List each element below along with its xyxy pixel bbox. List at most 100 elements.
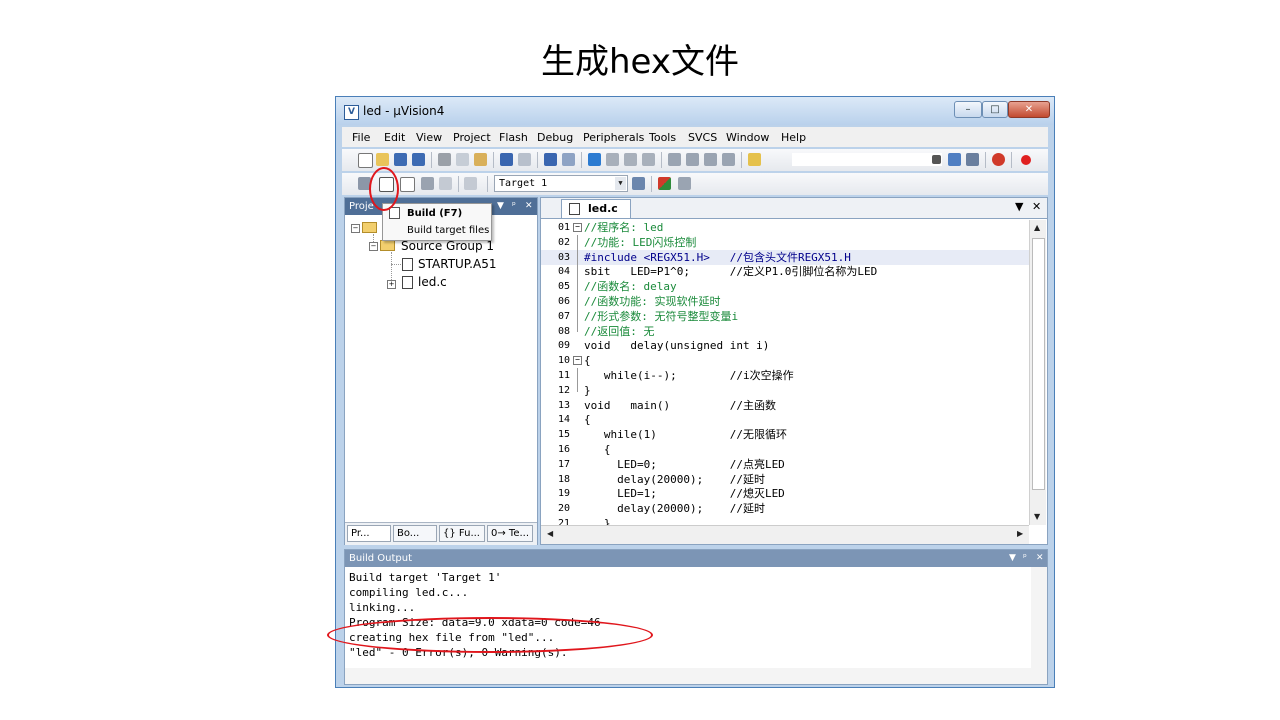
maximize-button[interactable]: □ — [982, 101, 1008, 118]
debug-session-icon[interactable] — [992, 153, 1005, 166]
find-in-files-icon[interactable] — [748, 153, 761, 166]
scroll-down-icon[interactable]: ▼ — [1034, 512, 1040, 521]
scroll-up-icon[interactable]: ▲ — [1034, 223, 1040, 232]
code-line[interactable]: 12} — [541, 383, 1029, 398]
code-line[interactable]: 10 {− — [541, 353, 1029, 368]
code-line[interactable]: 03 #include <REGX51.H> //包含头文件REGX51.H — [541, 249, 1029, 265]
fold-toggle-icon[interactable]: − — [573, 223, 582, 232]
uncomment-icon[interactable] — [722, 153, 735, 166]
target-select[interactable]: Target 1 ▼ — [494, 175, 628, 192]
code-line[interactable]: 02 //功能: LED闪烁控制 — [541, 235, 1029, 250]
code-line[interactable]: 08 //返回值: 无 — [541, 324, 1029, 339]
tree-item-source-group[interactable]: Source Group 1 — [401, 239, 494, 253]
search-icon[interactable] — [948, 153, 961, 166]
tab-templates[interactable]: 0→ Te... — [487, 525, 533, 542]
close-pane-icon[interactable]: ✕ — [525, 198, 533, 215]
combo-arrow-icon[interactable] — [932, 155, 941, 164]
build-output-vertical-scrollbar[interactable] — [1031, 567, 1047, 668]
tab-menu-icon[interactable]: ▼ — [1015, 200, 1023, 213]
comment-icon[interactable] — [704, 153, 717, 166]
cut-icon[interactable] — [438, 153, 451, 166]
pin-icon[interactable]: ᵖ — [1023, 550, 1027, 567]
nav-forward-icon[interactable] — [562, 153, 575, 166]
collapse-target-icon[interactable]: − — [351, 224, 360, 233]
minimize-button[interactable]: – — [954, 101, 982, 118]
code-line[interactable]: 14 { — [541, 412, 1029, 427]
fold-toggle-icon[interactable]: − — [573, 356, 582, 366]
rebuild-icon[interactable] — [400, 177, 415, 192]
code-line[interactable]: 21 } — [541, 516, 1029, 525]
menu-help[interactable]: Help — [781, 131, 806, 144]
download-icon[interactable] — [464, 177, 477, 190]
menu-window[interactable]: Window — [726, 131, 769, 144]
save-all-icon[interactable] — [412, 153, 425, 166]
nav-back-icon[interactable] — [544, 153, 557, 166]
pin-icon[interactable]: ᵖ — [512, 198, 516, 215]
code-line[interactable]: 16 { — [541, 442, 1029, 457]
tab-led-c[interactable]: led.c — [561, 199, 631, 218]
tools-icon[interactable] — [966, 153, 979, 166]
open-folder-icon[interactable] — [376, 153, 389, 166]
pane-menu-icon[interactable]: ▼ — [497, 198, 504, 215]
code-line[interactable]: 04 sbit LED=P1^0; //定义P1.0引脚位名称为LED — [541, 264, 1029, 279]
undo-icon[interactable] — [500, 153, 513, 166]
code-line[interactable]: 11 while(i--); //i次空操作 — [541, 368, 1029, 383]
tree-item-startup[interactable]: STARTUP.A51 — [418, 257, 496, 271]
close-button[interactable]: ✕ — [1008, 101, 1050, 118]
menu-edit[interactable]: Edit — [384, 131, 405, 144]
scroll-right-icon[interactable]: ▶ — [1017, 529, 1023, 538]
pane-menu-icon[interactable]: ▼ — [1009, 550, 1016, 567]
redo-icon[interactable] — [518, 153, 531, 166]
breakpoint-icon[interactable] — [1021, 155, 1031, 165]
menu-peripherals[interactable]: Peripherals — [583, 131, 644, 144]
collapse-group-icon[interactable]: − — [369, 242, 378, 251]
code-line[interactable]: 05 //函数名: delay — [541, 279, 1029, 294]
chevron-down-icon[interactable]: ▼ — [615, 177, 626, 190]
bookmark-clear-icon[interactable] — [642, 153, 655, 166]
tree-item-led-c[interactable]: led.c — [418, 275, 447, 289]
copy-icon[interactable] — [456, 153, 469, 166]
unindent-icon[interactable] — [686, 153, 699, 166]
menu-flash[interactable]: Flash — [499, 131, 528, 144]
menu-debug[interactable]: Debug — [537, 131, 573, 144]
menu-file[interactable]: File — [352, 131, 370, 144]
editor-horizontal-scrollbar[interactable]: ◀ ▶ — [541, 525, 1029, 544]
code-line[interactable]: 19 LED=1; //熄灭LED — [541, 486, 1029, 501]
paste-icon[interactable] — [474, 153, 487, 166]
tab-project[interactable]: Pr... — [347, 525, 391, 542]
batch-build-icon[interactable] — [421, 177, 434, 190]
editor-vertical-scrollbar[interactable]: ▲ ▼ — [1029, 220, 1046, 525]
code-line[interactable]: 18 delay(20000); //延时 — [541, 472, 1029, 487]
scroll-thumb[interactable] — [1032, 238, 1045, 490]
stop-build-icon[interactable] — [439, 177, 452, 190]
code-line[interactable]: 15 while(1) //无限循环 — [541, 427, 1029, 442]
save-icon[interactable] — [394, 153, 407, 166]
find-combo[interactable] — [792, 153, 942, 166]
manage-components-icon[interactable] — [658, 177, 671, 190]
code-line[interactable]: 17 LED=0; //点亮LED — [541, 457, 1029, 472]
expand-file-icon[interactable]: + — [387, 280, 396, 289]
close-tab-icon[interactable]: ✕ — [1032, 200, 1041, 213]
code-line[interactable]: 09 void delay(unsigned int i) — [541, 338, 1029, 353]
code-line[interactable]: 01 //程序名: led − — [541, 220, 1029, 235]
menu-view[interactable]: View — [416, 131, 442, 144]
code-line[interactable]: 20 delay(20000); //延时 — [541, 501, 1029, 516]
menu-tools[interactable]: Tools — [649, 131, 676, 144]
build-output-horizontal-scrollbar[interactable] — [345, 668, 1047, 684]
menu-project[interactable]: Project — [453, 131, 491, 144]
select-packs-icon[interactable] — [678, 177, 691, 190]
bookmark-icon[interactable] — [588, 153, 601, 166]
close-pane-icon[interactable]: ✕ — [1036, 550, 1044, 567]
new-file-icon[interactable] — [358, 153, 373, 168]
indent-icon[interactable] — [668, 153, 681, 166]
bookmark-next-icon[interactable] — [624, 153, 637, 166]
bookmark-prev-icon[interactable] — [606, 153, 619, 166]
target-options-icon[interactable] — [632, 177, 645, 190]
code-line[interactable]: 06 //函数功能: 实现软件延时 — [541, 294, 1029, 309]
code-area[interactable]: 01//程序名: led −02//功能: LED闪烁控制 03 #include <… — [541, 220, 1029, 525]
scroll-left-icon[interactable]: ◀ — [547, 529, 553, 538]
tab-books[interactable]: Bo... — [393, 525, 437, 542]
tab-functions[interactable]: {} Fu... — [439, 525, 485, 542]
code-line[interactable]: 07 //形式参数: 无符号整型变量i — [541, 309, 1029, 324]
menu-svcs[interactable]: SVCS — [688, 131, 717, 144]
